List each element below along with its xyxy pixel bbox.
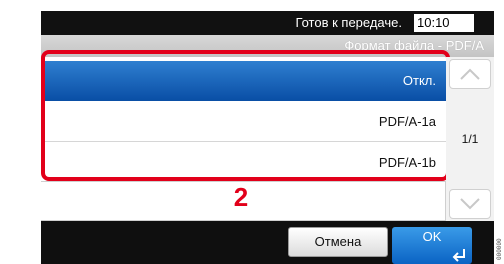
option-pdfa-1b[interactable]: PDF/A-1b xyxy=(45,143,446,183)
callout-number: 2 xyxy=(233,182,249,212)
page-indicator: 1/1 xyxy=(461,132,479,146)
chevron-down-icon xyxy=(460,198,480,210)
scroll-up-button[interactable] xyxy=(449,59,491,89)
clock: 10:10 xyxy=(414,14,474,32)
bottom-bar: Отмена OK xyxy=(41,221,494,264)
option-pdfa-1a[interactable]: PDF/A-1a xyxy=(45,102,446,142)
chevron-up-icon xyxy=(460,68,480,80)
title-bar: Формат файла - PDF/A xyxy=(41,35,494,57)
ok-button[interactable]: OK xyxy=(392,227,472,264)
image-code: 000000 xyxy=(496,238,503,260)
status-bar: Готов к передаче. 10:10 xyxy=(41,11,494,35)
option-list: Откл. PDF/A-1a PDF/A-1b xyxy=(41,57,446,186)
status-message: Готов к передаче. xyxy=(295,15,402,30)
screen-title: Формат файла - PDF/A xyxy=(344,38,484,53)
enter-arrow-icon xyxy=(452,249,465,262)
scroll-down-button[interactable] xyxy=(449,189,491,219)
scroll-column: 1/1 xyxy=(446,57,494,221)
cancel-button[interactable]: Отмена xyxy=(288,227,388,257)
ok-label: OK xyxy=(422,229,442,244)
option-off[interactable]: Откл. xyxy=(45,61,446,101)
